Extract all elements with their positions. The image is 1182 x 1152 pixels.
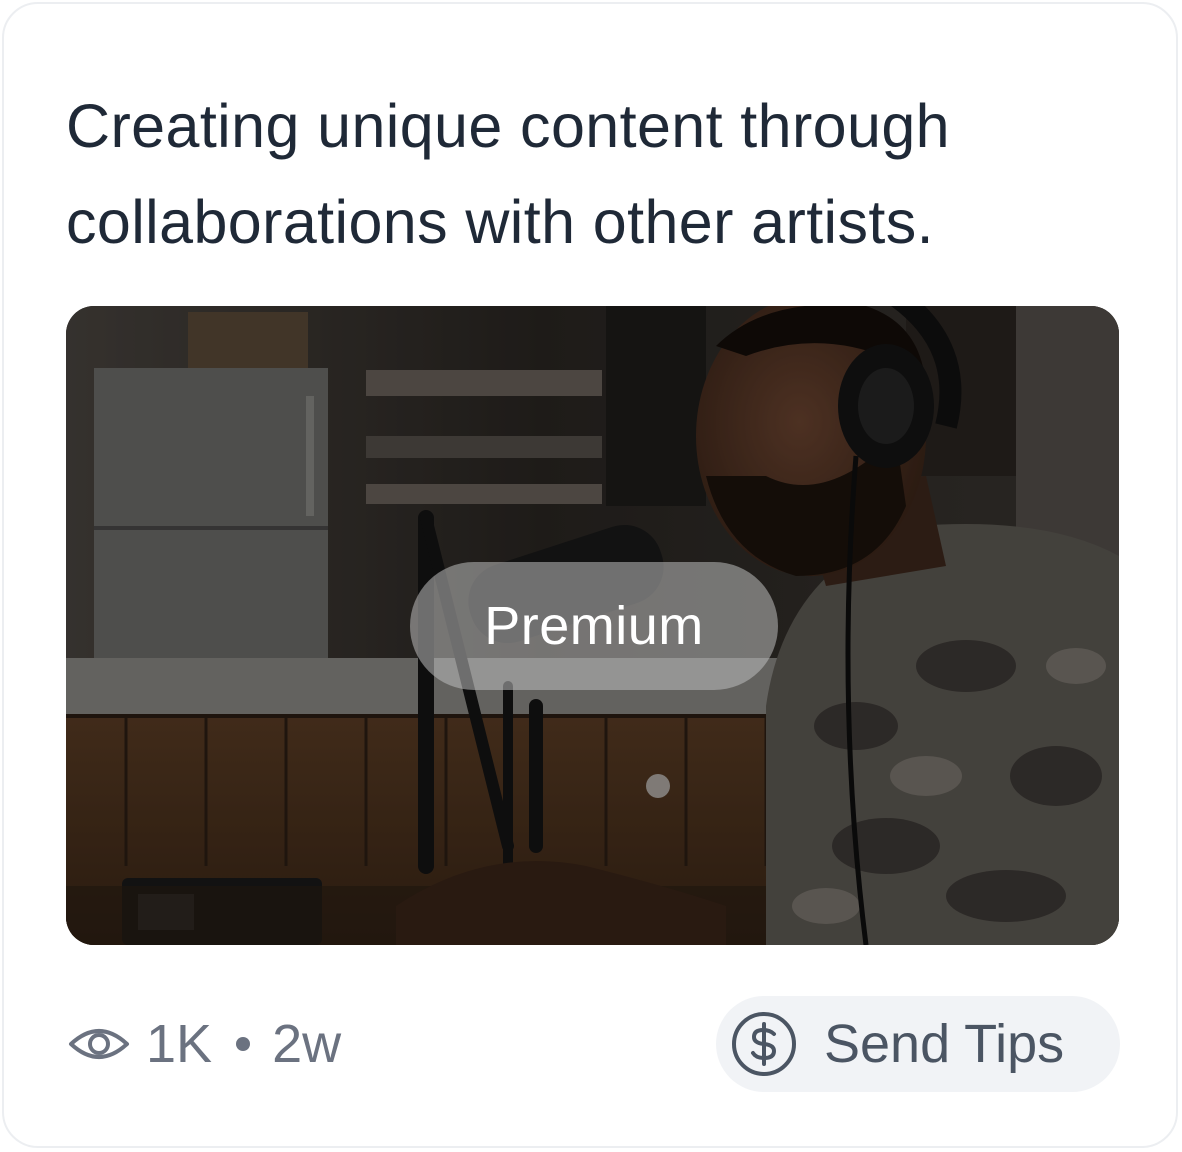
separator-dot (236, 1037, 251, 1051)
dollar-circle-icon (732, 1012, 796, 1076)
send-tips-button[interactable]: Send Tips (716, 996, 1120, 1092)
post-caption: Creating unique content through collabor… (66, 92, 950, 256)
send-tips-label: Send Tips (824, 1014, 1065, 1074)
post-media[interactable]: Premium (66, 306, 1119, 945)
post-card: Creating unique content through collabor… (2, 2, 1178, 1148)
eye-icon (69, 1029, 129, 1059)
view-count: 1K (146, 1014, 213, 1074)
post-age: 2w (272, 1014, 342, 1074)
premium-badge: Premium (410, 562, 778, 690)
post-stats: 1K 2w (68, 1008, 341, 1080)
premium-badge-label: Premium (484, 596, 704, 656)
